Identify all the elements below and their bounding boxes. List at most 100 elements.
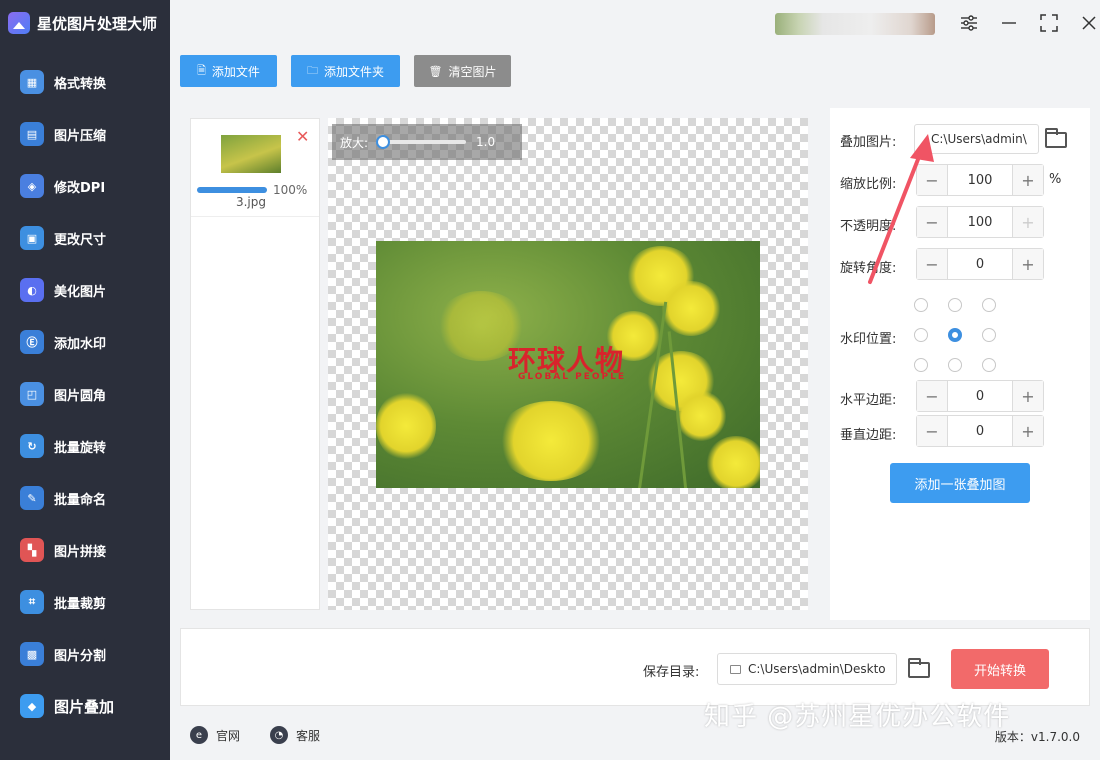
version-text: 版本：v1.7.0.0 <box>994 730 1080 744</box>
decrement-button[interactable]: − <box>917 381 947 411</box>
file-list: ✕ 100% 3.jpg <box>190 118 320 610</box>
sidebar-item-9[interactable]: ▚ 图片拼接 <box>0 524 170 576</box>
sidebar-nav: ▦ 格式转换 ▤ 图片压缩 ◈ 修改DPI ▣ 更改尺寸 ◐ 美化图片 Ⓔ 添加水印 ◰ 图片圆角 ↻ 批量旋… <box>0 56 170 732</box>
sidebar: 星优图片处理大师 ▦ 格式转换 ▤ 图片压缩 ◈ 修改DPI ▣ 更改尺寸 ◐ 美化图片 Ⓔ 添加水印… <box>0 0 170 760</box>
increment-button[interactable]: + <box>1013 249 1043 279</box>
split-icon: ▩ <box>20 642 44 666</box>
maximize-icon[interactable] <box>1038 12 1060 34</box>
browse-folder-icon[interactable] <box>908 658 930 678</box>
app-brand: 星优图片处理大师 <box>0 0 170 46</box>
preview-image: 环球人物 GLOBAL PEOPLE <box>376 241 760 488</box>
website-link[interactable]: e 官网 <box>190 726 240 744</box>
position-radio-7[interactable] <box>948 358 962 372</box>
user-avatar[interactable] <box>775 13 935 35</box>
save-bar: 保存目录: C:\Users\admin\Deskto 开始转换 <box>180 628 1090 706</box>
scale-input[interactable]: 100 <box>947 165 1013 195</box>
overlay-watermark-text: 知乎 @苏州星优办公软件 <box>704 702 1011 732</box>
position-radio-4[interactable] <box>948 328 962 342</box>
app-logo-icon <box>8 12 30 34</box>
sidebar-item-label: 批量旋转 <box>54 440 107 456</box>
folder-icon <box>730 665 741 674</box>
position-radio-5[interactable] <box>982 328 996 342</box>
list-item[interactable]: ✕ 100% 3.jpg <box>191 119 319 217</box>
position-radio-1[interactable] <box>948 298 962 312</box>
website-icon: e <box>190 726 208 744</box>
decrement-button[interactable]: − <box>917 416 947 446</box>
horizontal-margin-input[interactable]: 0 <box>947 381 1013 411</box>
annotation-arrow-icon <box>868 134 934 284</box>
sidebar-item-12[interactable]: ◆ 图片叠加 <box>0 680 170 732</box>
add-overlay-image-button[interactable]: 添加一张叠加图 <box>890 463 1030 503</box>
overlay-icon: ◆ <box>20 694 44 718</box>
minimize-icon[interactable] <box>998 12 1020 34</box>
position-radio-3[interactable] <box>914 328 928 342</box>
position-radio-6[interactable] <box>914 358 928 372</box>
close-icon[interactable] <box>1078 12 1100 34</box>
scale-unit: % <box>1049 172 1062 187</box>
vertical-margin-stepper: − 0 + <box>916 415 1044 447</box>
vertical-margin-input[interactable]: 0 <box>947 416 1013 446</box>
position-radio-2[interactable] <box>982 298 996 312</box>
app-title: 星优图片处理大师 <box>37 14 158 33</box>
zoom-label: 放大: <box>340 135 369 150</box>
sidebar-item-7[interactable]: ↻ 批量旋转 <box>0 420 170 472</box>
crop-icon: ⌗ <box>20 590 44 614</box>
clear-images-button[interactable]: 🗑 清空图片 <box>414 55 511 87</box>
increment-button[interactable]: + <box>1013 207 1043 237</box>
sidebar-item-3[interactable]: ▣ 更改尺寸 <box>0 212 170 264</box>
file-icon: 🗎 <box>197 63 206 77</box>
sidebar-item-label: 图片叠加 <box>54 697 115 716</box>
dpi-icon: ◈ <box>20 174 44 198</box>
zoom-slider[interactable] <box>376 135 467 149</box>
sidebar-item-label: 批量裁剪 <box>54 596 107 612</box>
title-bar-controls <box>740 0 1100 46</box>
increment-button[interactable]: + <box>1013 381 1043 411</box>
sidebar-item-0[interactable]: ▦ 格式转换 <box>0 56 170 108</box>
rotation-input[interactable]: 0 <box>947 249 1013 279</box>
watermark-icon: Ⓔ <box>20 330 44 354</box>
preview-canvas: 放大: 1.0 环球人物 GLOBAL PEOPLE <box>328 118 808 610</box>
stitch-icon: ▚ <box>20 538 44 562</box>
sidebar-item-label: 图片圆角 <box>54 388 107 404</box>
sidebar-item-1[interactable]: ▤ 图片压缩 <box>0 108 170 160</box>
add-folder-button[interactable]: 🗀 添加文件夹 <box>291 55 400 87</box>
open-folder-icon[interactable] <box>1045 128 1067 148</box>
vertical-margin-label: 垂直边距: <box>840 428 897 443</box>
position-radio-0[interactable] <box>914 298 928 312</box>
folder-icon: 🗀 <box>306 63 318 77</box>
sidebar-item-label: 更改尺寸 <box>54 232 107 248</box>
increment-button[interactable]: + <box>1013 416 1043 446</box>
remove-file-icon[interactable]: ✕ <box>296 127 309 146</box>
progress-bar <box>197 187 267 193</box>
rotate-icon: ↻ <box>20 434 44 458</box>
sidebar-item-4[interactable]: ◐ 美化图片 <box>0 264 170 316</box>
start-convert-button[interactable]: 开始转换 <box>951 649 1049 689</box>
save-directory-label: 保存目录: <box>643 665 700 680</box>
save-directory-input[interactable]: C:\Users\admin\Deskto <box>717 653 897 685</box>
sidebar-item-label: 图片分割 <box>54 648 107 664</box>
settings-sliders-icon[interactable] <box>958 12 980 34</box>
beautify-icon: ◐ <box>20 278 44 302</box>
opacity-input[interactable]: 100 <box>947 207 1013 237</box>
zoom-slider-handle[interactable] <box>376 135 391 149</box>
support-link[interactable]: ◔ 客服 <box>270 726 320 744</box>
sidebar-item-label: 修改DPI <box>54 180 106 196</box>
sidebar-item-6[interactable]: ◰ 图片圆角 <box>0 368 170 420</box>
round-corner-icon: ◰ <box>20 382 44 406</box>
resize-icon: ▣ <box>20 226 44 250</box>
progress-fill <box>197 187 267 193</box>
position-label: 水印位置: <box>840 332 897 347</box>
add-file-button[interactable]: 🗎 添加文件 <box>180 55 277 87</box>
position-radio-8[interactable] <box>982 358 996 372</box>
horizontal-margin-label: 水平边距: <box>840 393 897 408</box>
sidebar-item-5[interactable]: Ⓔ 添加水印 <box>0 316 170 368</box>
sidebar-item-label: 美化图片 <box>54 284 107 300</box>
sidebar-item-11[interactable]: ▩ 图片分割 <box>0 628 170 680</box>
support-icon: ◔ <box>270 726 288 744</box>
increment-button[interactable]: + <box>1013 165 1043 195</box>
sidebar-item-2[interactable]: ◈ 修改DPI <box>0 160 170 212</box>
horizontal-margin-stepper: − 0 + <box>916 380 1044 412</box>
sidebar-item-label: 图片拼接 <box>54 544 107 560</box>
sidebar-item-10[interactable]: ⌗ 批量裁剪 <box>0 576 170 628</box>
sidebar-item-8[interactable]: ✎ 批量命名 <box>0 472 170 524</box>
